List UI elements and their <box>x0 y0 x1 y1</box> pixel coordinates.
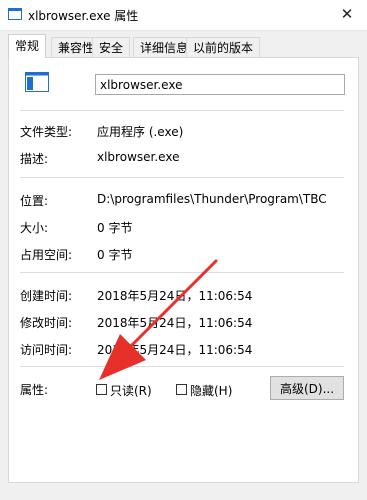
close-button[interactable]: ✕ <box>333 2 361 26</box>
attributes-label: 属性: <box>20 383 49 397</box>
modified-value: 2018年5月24日，11:06:54 <box>97 316 253 330</box>
created-value: 2018年5月24日，11:06:54 <box>97 289 253 303</box>
location-value: D:\programfiles\Thunder\Program\TBC <box>97 192 327 206</box>
advanced-button[interactable]: 高级(D)... <box>270 376 344 400</box>
size-on-disk-label: 占用空间: <box>20 248 73 262</box>
modified-label: 修改时间: <box>20 316 73 330</box>
accessed-label: 访问时间: <box>20 343 73 357</box>
hidden-label[interactable]: 隐藏(H) <box>190 382 232 399</box>
window-title: xlbrowser.exe 属性 <box>28 9 139 23</box>
description-label: 描述: <box>20 152 49 166</box>
divider <box>20 272 344 273</box>
general-panel <box>8 57 359 483</box>
hidden-checkbox[interactable] <box>176 384 187 395</box>
size-label: 大小: <box>20 221 49 235</box>
tab-previous-versions[interactable]: 以前的版本 <box>186 37 261 57</box>
title-bar: xlbrowser.exe 属性 ✕ <box>0 0 367 31</box>
tab-general[interactable]: 常规 <box>8 34 47 58</box>
application-icon <box>25 72 49 92</box>
file-type-value: 应用程序 (.exe) <box>97 125 184 139</box>
divider <box>20 110 344 111</box>
close-icon: ✕ <box>340 5 354 23</box>
created-label: 创建时间: <box>20 289 73 303</box>
file-type-label: 文件类型: <box>20 125 73 139</box>
divider <box>20 177 344 178</box>
size-value: 0 字节 <box>97 221 133 235</box>
divider <box>20 366 344 367</box>
size-on-disk-value: 0 字节 <box>97 248 133 262</box>
readonly-checkbox[interactable] <box>96 384 107 395</box>
tab-security[interactable]: 安全 <box>92 37 131 57</box>
accessed-value: 2018年5月24日，11:06:54 <box>97 343 253 357</box>
description-value: xlbrowser.exe <box>97 150 180 164</box>
filename-input[interactable] <box>95 74 345 95</box>
readonly-label[interactable]: 只读(R) <box>110 382 152 399</box>
location-label: 位置: <box>20 194 49 208</box>
file-icon <box>8 8 22 20</box>
